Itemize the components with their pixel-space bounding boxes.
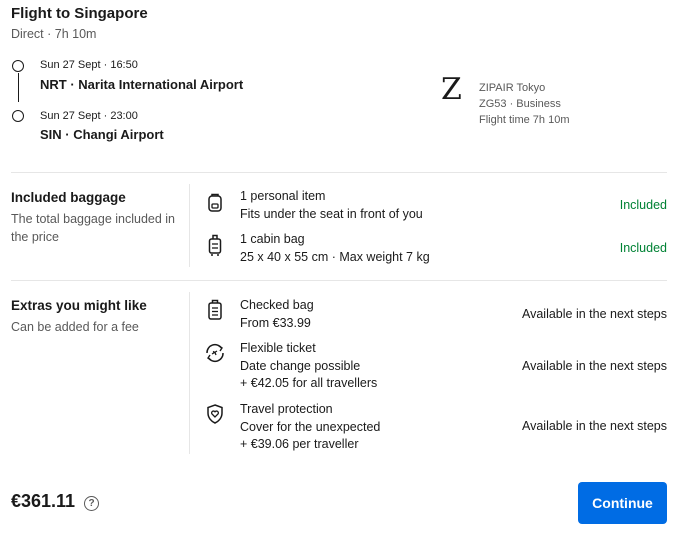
timeline-line (17, 73, 19, 102)
baggage-section-title: Included baggage (11, 190, 126, 205)
baggage-item-detail: 25 x 40 x 55 cm · Max weight 7 kg (240, 249, 430, 264)
flight-title: Flight to Singapore (11, 5, 148, 22)
availability-status: Available in the next steps (521, 419, 667, 433)
extra-item-price: + €39.06 per traveller (240, 437, 359, 451)
continue-button[interactable]: Continue (578, 482, 667, 524)
extra-item: Travel protection Cover for the unexpect… (240, 401, 380, 454)
extra-item-name: Flexible ticket (240, 341, 316, 355)
extra-item-name: Checked bag (240, 298, 314, 312)
baggage-item-name: 1 cabin bag (240, 232, 305, 246)
arrival-airport: SIN · Changi Airport (40, 127, 164, 142)
availability-status: Available in the next steps (521, 359, 667, 373)
extra-item-price: + €42.05 for all travellers (240, 376, 378, 390)
included-status: Included (619, 198, 667, 212)
arrival-marker (12, 110, 24, 122)
extra-item-detail: Cover for the unexpected (240, 419, 381, 434)
departure-time: Sun 27 Sept · 16:50 (40, 59, 138, 71)
flight-code-class: ZG53 · Business (479, 98, 561, 110)
baggage-item: 1 personal item Fits under the seat in f… (240, 188, 423, 223)
total-price: €361.11 (11, 491, 76, 511)
baggage-item-name: 1 personal item (240, 189, 326, 203)
section-separator (189, 292, 190, 454)
section-separator (189, 184, 190, 267)
extra-item-name: Travel protection (240, 402, 333, 416)
baggage-section-description: The total baggage included in the price (11, 212, 176, 244)
included-status: Included (619, 241, 667, 255)
departure-airport: NRT · Narita International Airport (40, 77, 244, 92)
flexible-ticket-icon (204, 343, 226, 363)
backpack-icon (206, 192, 224, 214)
extras-section-description: Can be added for a fee (11, 320, 139, 334)
extras-section-title: Extras you might like (11, 298, 147, 313)
shield-heart-icon (205, 403, 225, 425)
extra-item: Checked bag From €33.99 (240, 297, 314, 332)
arrival-time: Sun 27 Sept · 23:00 (40, 110, 138, 122)
divider (11, 172, 667, 173)
flight-time: Flight time 7h 10m (479, 114, 570, 126)
baggage-item: 1 cabin bag 25 x 40 x 55 cm · Max weight… (240, 231, 430, 266)
availability-status: Available in the next steps (521, 307, 667, 321)
extra-item-price: From €33.99 (240, 315, 311, 330)
airline-details: ZIPAIR Tokyo ZG53 · Business Flight time… (479, 80, 569, 128)
divider (11, 280, 667, 281)
checked-bag-icon (206, 298, 224, 322)
suitcase-icon (206, 233, 224, 257)
baggage-item-detail: Fits under the seat in front of you (240, 206, 423, 221)
extra-item: Flexible ticket Date change possible + €… (240, 340, 377, 393)
price-help-icon[interactable]: ? (84, 496, 99, 511)
flight-summary: Direct · 7h 10m (11, 27, 97, 41)
extra-item-detail: Date change possible (240, 358, 361, 373)
departure-marker (12, 60, 24, 72)
airline-name: ZIPAIR Tokyo (479, 82, 546, 94)
airline-logo: Z (441, 72, 462, 107)
